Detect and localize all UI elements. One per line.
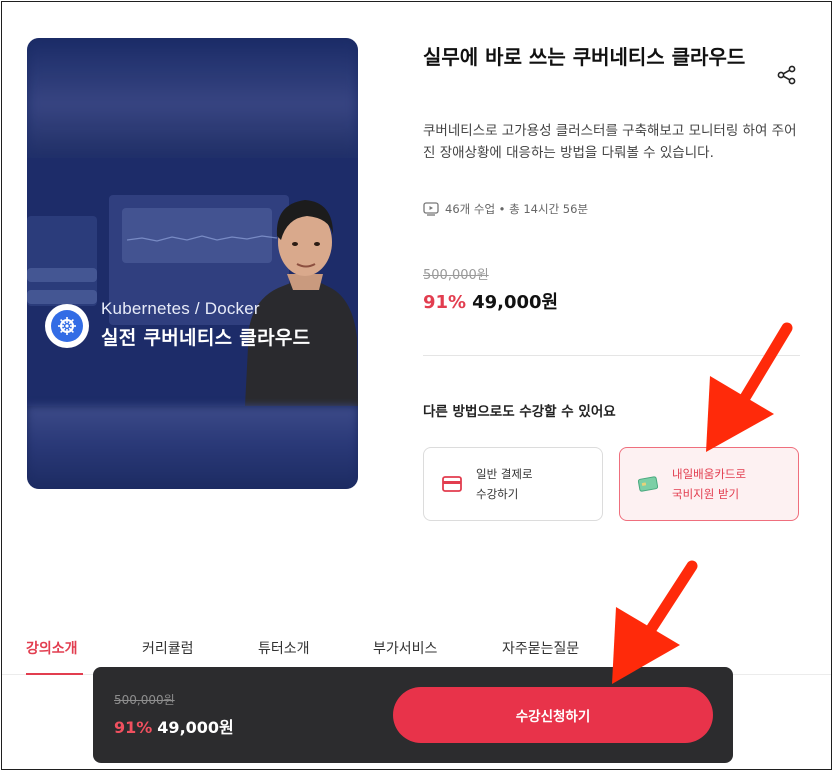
helm-wheel-icon (58, 317, 76, 335)
national-card-option[interactable]: 내일배움카드로 국비지원 받기 (619, 447, 799, 521)
bar-sale-price: 91% 49,000원 (114, 714, 234, 738)
divider (423, 355, 800, 356)
course-page: Kubernetes / Docker 실전 쿠버네티스 클라우드 실무에 바로… (1, 1, 832, 770)
option-line: 내일배움카드로 (672, 467, 747, 481)
course-meta: 46개 수업 • 총 14시간 56분 (423, 201, 588, 217)
background-monitor-row (27, 268, 97, 282)
payment-options-heading: 다른 방법으로도 수강할 수 있어요 (423, 404, 616, 420)
bar-discount-rate: 91% (114, 718, 153, 737)
tab-curriculum[interactable]: 커리큘럼 (142, 638, 194, 658)
video-lesson-icon (423, 202, 439, 216)
course-title: 실무에 바로 쓰는 쿠버네티스 클라우드 (423, 45, 746, 69)
thumbnail-blur-top (27, 38, 358, 158)
original-price: 500,000원 (423, 268, 489, 283)
price-value: 49,000원 (472, 292, 559, 313)
course-thumbnail: Kubernetes / Docker 실전 쿠버네티스 클라우드 (27, 38, 358, 489)
general-payment-option[interactable]: 일반 결제로 수강하기 (423, 447, 603, 521)
tab-tutor[interactable]: 튜터소개 (258, 638, 310, 658)
instructor-photo (245, 200, 358, 406)
tab-faq[interactable]: 자주묻는질문 (502, 638, 579, 658)
option-line: 수강하기 (476, 487, 519, 501)
option-line: 국비지원 받기 (672, 487, 740, 501)
sale-price: 91% 49,000원 (423, 288, 558, 314)
national-card-label: 내일배움카드로 국비지원 받기 (672, 464, 746, 504)
thumbnail-title: 실전 쿠버네티스 클라우드 (101, 327, 311, 349)
credit-card-icon (442, 476, 462, 492)
share-icon[interactable] (776, 64, 798, 86)
discount-rate: 91% (423, 292, 467, 313)
course-meta-text: 46개 수업 • 총 14시간 56분 (445, 202, 589, 216)
green-card-icon (638, 476, 658, 492)
enroll-button[interactable]: 수강신청하기 (393, 687, 713, 743)
course-description: 쿠버네티스로 고가용성 클러스터를 구축해보고 모니터링 하여 주어진 장애상황… (423, 123, 797, 161)
kubernetes-logo (45, 304, 89, 348)
bar-price-value: 49,000원 (157, 718, 234, 737)
enroll-bar: 500,000원 91% 49,000원 수강신청하기 (93, 667, 733, 763)
tab-extra-services[interactable]: 부가서비스 (373, 638, 437, 658)
bar-original-price: 500,000원 (114, 693, 175, 707)
active-tab-indicator (26, 673, 83, 675)
thumbnail-subtitle: Kubernetes / Docker (101, 299, 260, 318)
background-monitor-row (27, 290, 97, 304)
tab-intro[interactable]: 강의소개 (26, 638, 78, 658)
option-line: 일반 결제로 (476, 467, 533, 481)
thumbnail-blur-bottom (27, 406, 358, 489)
general-payment-label: 일반 결제로 수강하기 (476, 464, 533, 504)
